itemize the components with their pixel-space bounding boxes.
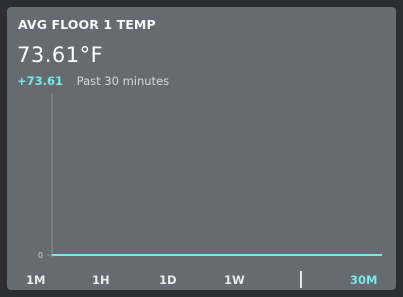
range-1d-button[interactable]: 1D [159, 273, 177, 287]
range-30m-button[interactable]: 30M [350, 273, 377, 287]
temperature-widget: AVG FLOOR 1 TEMP 73.61°F +73.61 Past 30 … [7, 7, 396, 290]
range-divider [300, 271, 302, 288]
range-1m-button[interactable]: 1M [26, 273, 45, 287]
range-1h-button[interactable]: 1H [92, 273, 110, 287]
line-chart: 0 [38, 93, 382, 260]
range-1w-button[interactable]: 1W [224, 273, 245, 287]
time-range-selector: 1M 1H 1D 1W 30M [7, 273, 396, 289]
y-tick-label: 0 [38, 251, 43, 260]
